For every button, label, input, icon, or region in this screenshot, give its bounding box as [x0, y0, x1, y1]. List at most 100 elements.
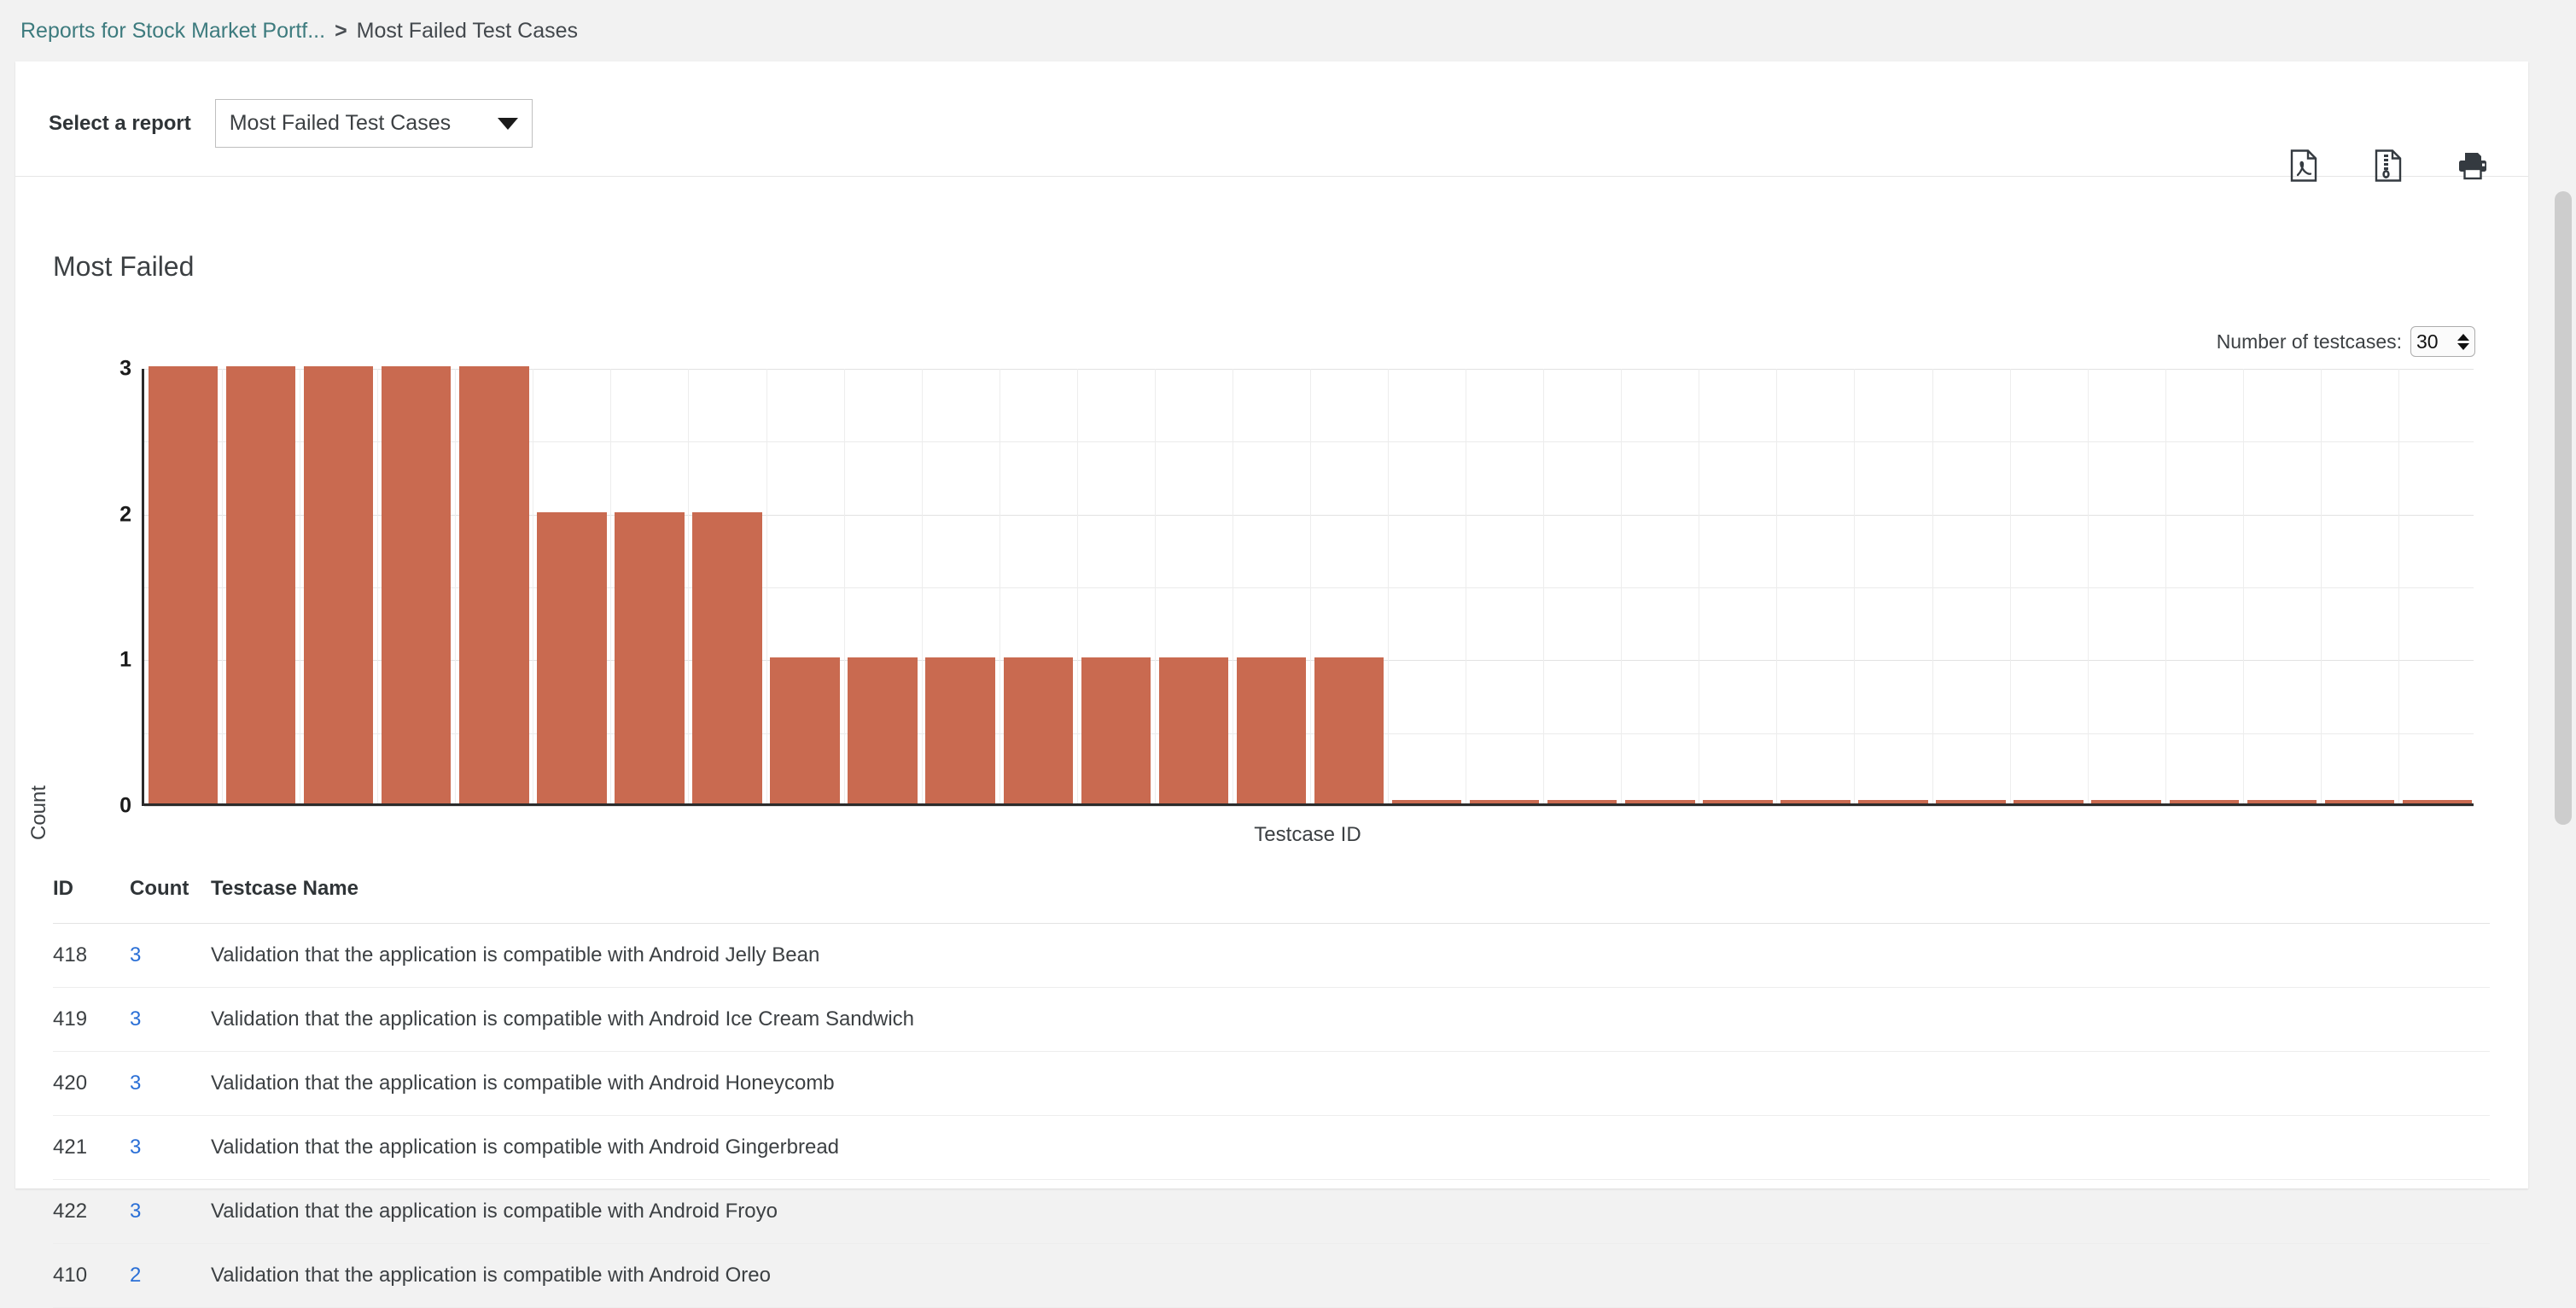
pdf-file-icon[interactable] — [2286, 148, 2322, 184]
testcase-count-group: Number of testcases: 30 — [2217, 326, 2475, 357]
cell-testcase-name: Validation that the application is compa… — [211, 1180, 2490, 1244]
cell-testcase-name: Validation that the application is compa… — [211, 1244, 2490, 1308]
table-header-row: ID Count Testcase Name — [53, 877, 2490, 924]
bar[interactable] — [2170, 800, 2240, 803]
bar[interactable] — [226, 366, 296, 803]
cell-count: 3 — [130, 1180, 211, 1244]
bar-chart: Count 0123 Testcase ID — [15, 362, 2528, 849]
cell-id: 420 — [53, 1052, 130, 1116]
cell-count: 3 — [130, 924, 211, 988]
cell-count: 3 — [130, 1116, 211, 1180]
cell-testcase-name: Validation that the application is compa… — [211, 1052, 2490, 1116]
report-toolbar: Select a report Most Failed Test Cases — [15, 61, 2528, 177]
bar[interactable] — [1625, 800, 1695, 803]
bar[interactable] — [770, 657, 840, 803]
bar[interactable] — [2014, 800, 2084, 803]
cell-id: 422 — [53, 1180, 130, 1244]
bar[interactable] — [1004, 657, 1074, 803]
report-selector-group: Select a report Most Failed Test Cases — [49, 99, 533, 148]
testcase-count-value: 30 — [2416, 330, 2457, 353]
page-title: Most Failed — [53, 251, 194, 283]
gridline-h — [144, 806, 2474, 807]
table-row: 4203 Validation that the application is c… — [53, 1052, 2490, 1116]
count-link[interactable]: 2 — [130, 1264, 141, 1287]
bar[interactable] — [1780, 800, 1850, 803]
cell-count: 3 — [130, 1052, 211, 1116]
report-select-value: Most Failed Test Cases — [230, 111, 498, 136]
bar[interactable] — [692, 512, 762, 803]
testcase-count-stepper[interactable]: 30 — [2410, 326, 2475, 357]
count-link[interactable]: 3 — [130, 1200, 141, 1223]
bar[interactable] — [925, 657, 995, 803]
cell-count: 2 — [130, 1244, 211, 1308]
bar[interactable] — [304, 366, 374, 803]
table-row: 4102 Validation that the application is c… — [53, 1244, 2490, 1308]
y-tick-2: 2 — [119, 502, 131, 527]
table-row: 4193 Validation that the application is c… — [53, 988, 2490, 1052]
bar[interactable] — [2403, 800, 2473, 803]
y-tick-3: 3 — [119, 357, 131, 382]
vertical-scrollbar-track[interactable] — [2550, 61, 2576, 1188]
y-tick-1: 1 — [119, 648, 131, 673]
bar[interactable] — [1547, 800, 1617, 803]
table-row: 4223 Validation that the application is c… — [53, 1180, 2490, 1244]
y-axis-label: Count — [27, 785, 51, 840]
cell-testcase-name: Validation that the application is compa… — [211, 988, 2490, 1052]
testcase-count-label: Number of testcases: — [2217, 330, 2402, 353]
bar[interactable] — [1858, 800, 1928, 803]
y-axis-ticks: 0123 — [89, 362, 131, 806]
table-row: 4183 Validation that the application is c… — [53, 924, 2490, 988]
bar[interactable] — [1081, 657, 1151, 803]
vertical-scrollbar-thumb[interactable] — [2555, 191, 2572, 825]
plot-area — [142, 369, 2474, 806]
cell-id: 418 — [53, 924, 130, 988]
export-actions — [2286, 148, 2491, 184]
breadcrumb-parent-link[interactable]: Reports for Stock Market Portf... — [20, 19, 325, 44]
bar[interactable] — [1703, 800, 1773, 803]
bar[interactable] — [537, 512, 607, 803]
bar[interactable] — [1936, 800, 2006, 803]
report-card: Select a report Most Failed Test Cases — [15, 61, 2528, 1188]
bar[interactable] — [615, 512, 685, 803]
bar[interactable] — [382, 366, 452, 803]
cell-id: 421 — [53, 1116, 130, 1180]
most-failed-table: ID Count Testcase Name 4183Validation th… — [53, 877, 2490, 1308]
cell-id: 410 — [53, 1244, 130, 1308]
stepper-arrows[interactable] — [2457, 334, 2469, 350]
column-header-testcase-name: Testcase Name — [211, 877, 2490, 924]
breadcrumb-current: Most Failed Test Cases — [357, 19, 578, 44]
count-link[interactable]: 3 — [130, 943, 141, 966]
printer-icon[interactable] — [2455, 148, 2491, 184]
count-link[interactable]: 3 — [130, 1136, 141, 1159]
bar[interactable] — [2325, 800, 2395, 803]
bar-series — [144, 369, 2474, 803]
breadcrumb: Reports for Stock Market Portf... > Most… — [0, 0, 2576, 61]
cell-testcase-name: Validation that the application is compa… — [211, 924, 2490, 988]
zip-file-icon[interactable] — [2370, 148, 2406, 184]
bar[interactable] — [848, 657, 918, 803]
table-row: 4213 Validation that the application is c… — [53, 1116, 2490, 1180]
count-link[interactable]: 3 — [130, 1007, 141, 1031]
bar[interactable] — [1470, 800, 1540, 803]
bar[interactable] — [2247, 800, 2317, 803]
cell-count: 3 — [130, 988, 211, 1052]
table-body: 4183Validation that the application is c… — [53, 924, 2490, 1308]
bar[interactable] — [149, 366, 219, 803]
chevron-down-icon — [498, 118, 518, 130]
x-axis-label: Testcase ID — [142, 823, 2474, 847]
bar[interactable] — [2091, 800, 2161, 803]
select-report-label: Select a report — [49, 112, 191, 136]
cell-testcase-name: Validation that the application is compa… — [211, 1116, 2490, 1180]
cell-id: 419 — [53, 988, 130, 1052]
stepper-down-icon[interactable] — [2457, 343, 2469, 350]
bar[interactable] — [1159, 657, 1229, 803]
stepper-up-icon[interactable] — [2457, 334, 2469, 341]
y-tick-0: 0 — [119, 794, 131, 819]
bar[interactable] — [1314, 657, 1384, 803]
count-link[interactable]: 3 — [130, 1072, 141, 1095]
bar[interactable] — [1392, 800, 1462, 803]
bar[interactable] — [459, 366, 529, 803]
report-select-dropdown[interactable]: Most Failed Test Cases — [215, 99, 533, 148]
bar[interactable] — [1237, 657, 1307, 803]
column-header-count: Count — [130, 877, 211, 924]
